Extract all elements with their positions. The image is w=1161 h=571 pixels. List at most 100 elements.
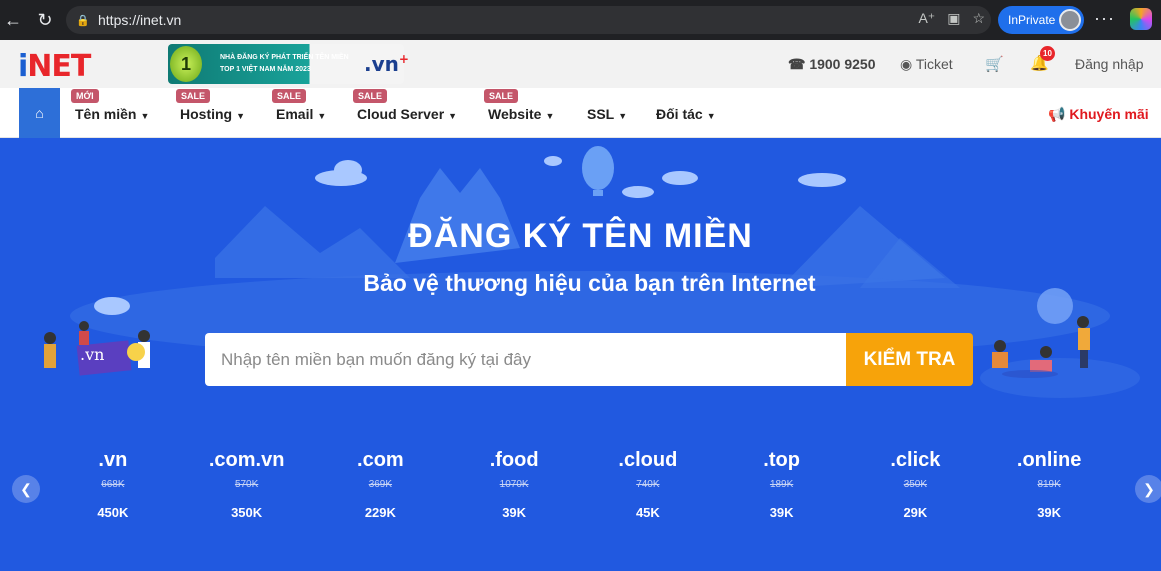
nav-item-ssl[interactable]: SSL ▼ bbox=[587, 106, 627, 122]
tld-item[interactable]: .com.vn 570K 350K bbox=[180, 449, 314, 520]
tld-old-price: 369K bbox=[368, 479, 393, 490]
caret-down-icon: ▼ bbox=[448, 111, 458, 121]
back-arrow-icon[interactable]: ← bbox=[0, 7, 26, 33]
tld-extension: .click bbox=[890, 449, 941, 471]
ticket-link[interactable]: ◉ Ticket bbox=[900, 56, 953, 73]
nav-label: Tên miền bbox=[75, 106, 137, 122]
nav-item-doi-tac[interactable]: Đối tác ▼ bbox=[656, 106, 716, 122]
nav-label: SSL bbox=[587, 106, 615, 122]
nav-item-cloud-server[interactable]: Cloud Server ▼ bbox=[357, 106, 457, 122]
lock-icon: 🔒 bbox=[76, 14, 90, 27]
nav-item-ten-mien[interactable]: Tên miền ▼ bbox=[75, 106, 149, 122]
tld-item[interactable]: .click 350K 29K bbox=[849, 449, 983, 520]
tld-item[interactable]: .online 819K 39K bbox=[982, 449, 1116, 520]
vn-logo-text: .vn bbox=[364, 52, 399, 76]
nav-item-website[interactable]: Website ▼ bbox=[488, 106, 554, 122]
award-banner[interactable]: 1 NHÀ ĐĂNG KÝ PHÁT TRIỂN TÊN MIỀN TOP 1 … bbox=[168, 44, 409, 84]
login-link[interactable]: Đăng nhập bbox=[1075, 56, 1144, 72]
caret-down-icon: ▼ bbox=[618, 111, 628, 121]
tld-item[interactable]: .cloud 740K 45K bbox=[581, 449, 715, 520]
reload-icon[interactable]: ↻ bbox=[32, 7, 58, 33]
tld-old-price: 1070K bbox=[499, 479, 529, 490]
hero-title: ĐĂNG KÝ TÊN MIỀN bbox=[408, 217, 753, 255]
medal-icon: 1 bbox=[170, 46, 202, 82]
logo-i: i bbox=[18, 49, 28, 84]
favorite-star-icon[interactable]: ☆ bbox=[972, 10, 985, 27]
nav-item-hosting[interactable]: Hosting ▼ bbox=[180, 106, 245, 122]
notification-badge: 10 bbox=[1040, 46, 1055, 61]
profile-avatar-icon bbox=[1059, 9, 1081, 31]
promo-label: Khuyến mãi bbox=[1069, 106, 1149, 122]
megaphone-icon: 📢 bbox=[1048, 106, 1066, 122]
address-bar[interactable]: 🔒 https://inet.vn A⁺ ▣ ☆ bbox=[66, 6, 991, 34]
main-nav: ⌂ MỚI Tên miền ▼ SALE Hosting ▼ SALE Email… bbox=[0, 88, 1161, 138]
hero-subtitle: Bảo vệ thương hiệu của bạn trên Internet bbox=[363, 270, 816, 296]
bell-icon[interactable]: 🔔 10 bbox=[1030, 46, 1055, 72]
tld-item[interactable]: .food 1070K 39K bbox=[447, 449, 581, 520]
caret-down-icon: ▼ bbox=[140, 111, 150, 121]
tld-extension: .top bbox=[763, 449, 800, 471]
url-text[interactable]: https://inet.vn bbox=[98, 12, 181, 28]
tld-extension: .cloud bbox=[618, 449, 678, 471]
site-header: iNET 1 NHÀ ĐĂNG KÝ PHÁT TRIỂN TÊN MIỀN T… bbox=[0, 40, 1161, 88]
banner-text: NHÀ ĐĂNG KÝ PHÁT TRIỂN TÊN MIỀN TOP 1 VI… bbox=[220, 54, 349, 73]
nav-label: Email bbox=[276, 106, 314, 122]
inprivate-label: InPrivate bbox=[1008, 13, 1056, 27]
domain-search-box bbox=[205, 333, 846, 386]
promo-link[interactable]: 📢 Khuyến mãi bbox=[1048, 106, 1149, 123]
tld-new-price: 39K bbox=[1037, 505, 1062, 520]
address-bar-actions: A⁺ ▣ ☆ bbox=[918, 10, 985, 27]
inprivate-button[interactable]: InPrivate bbox=[998, 6, 1084, 34]
nav-label: Đối tác bbox=[656, 106, 703, 122]
logo-net: NET bbox=[27, 49, 91, 84]
read-aloud-icon[interactable]: A⁺ bbox=[918, 10, 935, 27]
vn-illustration-label: .vn bbox=[80, 345, 105, 364]
tld-new-price: 229K bbox=[364, 505, 396, 520]
tag-sale: SALE bbox=[484, 89, 519, 103]
tld-old-price: 350K bbox=[903, 479, 928, 490]
tld-item[interactable]: .vn 668K 450K bbox=[46, 449, 180, 520]
more-menu-icon[interactable]: ··· bbox=[1094, 8, 1115, 29]
carousel-prev-icon[interactable]: ❮ bbox=[12, 475, 40, 503]
tld-old-price: 570K bbox=[234, 479, 259, 490]
tld-old-price: 668K bbox=[101, 479, 125, 490]
cart-icon[interactable]: 🛒 bbox=[985, 55, 1004, 73]
tag-sale: SALE bbox=[272, 89, 307, 103]
hero-section: ĐĂNG KÝ TÊN MIỀN Bảo vệ thương hiệu của … bbox=[0, 138, 1161, 571]
carousel-next-icon[interactable]: ❯ bbox=[1135, 475, 1161, 503]
tld-extension: .online bbox=[1016, 449, 1082, 471]
tag-moi: MỚI bbox=[71, 89, 99, 103]
home-icon[interactable]: ⌂ bbox=[19, 88, 60, 138]
nav-label: Cloud Server bbox=[357, 106, 445, 122]
tld-price-list: .vn 668K 450K .com.vn 570K 350K .com 369K 229K… bbox=[46, 449, 1116, 520]
caret-down-icon: ▼ bbox=[706, 111, 716, 121]
tld-new-price: 39K bbox=[769, 505, 794, 520]
tld-extension: .vn bbox=[98, 449, 128, 471]
check-domain-button[interactable]: KIỂM TRA bbox=[846, 333, 973, 386]
hotline[interactable]: ☎ 1900 9250 bbox=[788, 56, 876, 73]
browser-toolbar: ← ↻ 🔒 https://inet.vn A⁺ ▣ ☆ InPrivate ·… bbox=[0, 0, 1161, 40]
nav-label: Hosting bbox=[180, 106, 233, 122]
screenshot-icon[interactable]: ▣ bbox=[947, 10, 960, 27]
tag-sale: SALE bbox=[176, 89, 211, 103]
nav-item-email[interactable]: Email ▼ bbox=[276, 106, 326, 122]
tld-old-price: 740K bbox=[636, 479, 660, 490]
tld-item[interactable]: .com 369K 229K bbox=[314, 449, 448, 520]
lifebuoy-icon: ◉ bbox=[900, 56, 913, 72]
tld-old-price: 819K bbox=[1037, 479, 1061, 490]
tld-new-price: 39K bbox=[502, 505, 527, 520]
copilot-icon[interactable] bbox=[1130, 8, 1152, 30]
caret-down-icon: ▼ bbox=[236, 111, 246, 121]
tld-item[interactable]: .top 189K 39K bbox=[715, 449, 849, 520]
vn-logo: .vn+ bbox=[364, 52, 409, 76]
tld-extension: .food bbox=[489, 449, 539, 471]
tag-sale: SALE bbox=[353, 89, 388, 103]
domain-search-input[interactable] bbox=[205, 333, 846, 386]
nav-label: Website bbox=[488, 106, 542, 122]
tld-new-price: 29K bbox=[903, 505, 928, 520]
caret-down-icon: ▼ bbox=[545, 111, 555, 121]
caret-down-icon: ▼ bbox=[317, 111, 327, 121]
ticket-label: Ticket bbox=[915, 56, 953, 72]
tld-new-price: 45K bbox=[635, 505, 660, 520]
inet-logo[interactable]: iNET bbox=[18, 49, 91, 84]
